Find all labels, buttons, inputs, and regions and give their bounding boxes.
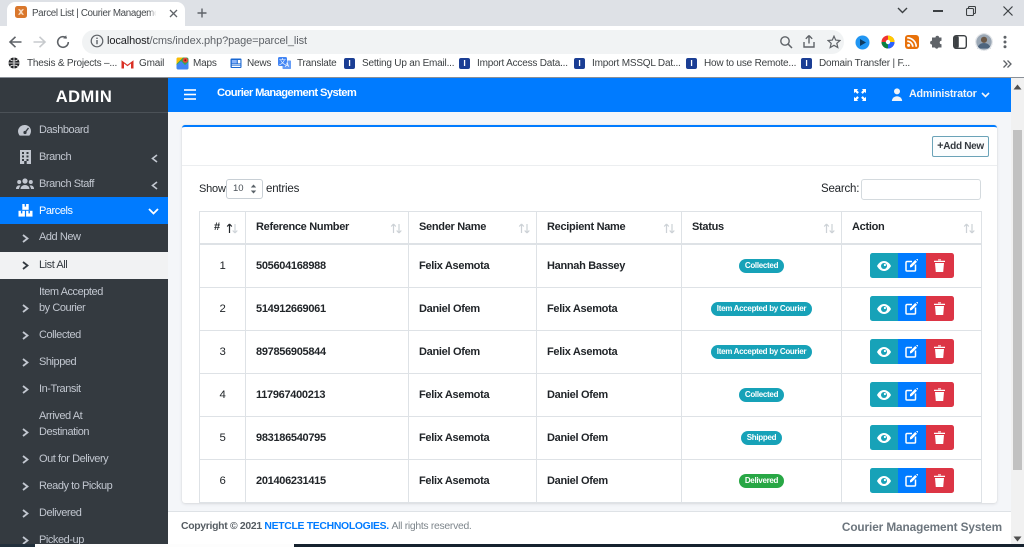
svg-text:A: A — [285, 62, 290, 69]
